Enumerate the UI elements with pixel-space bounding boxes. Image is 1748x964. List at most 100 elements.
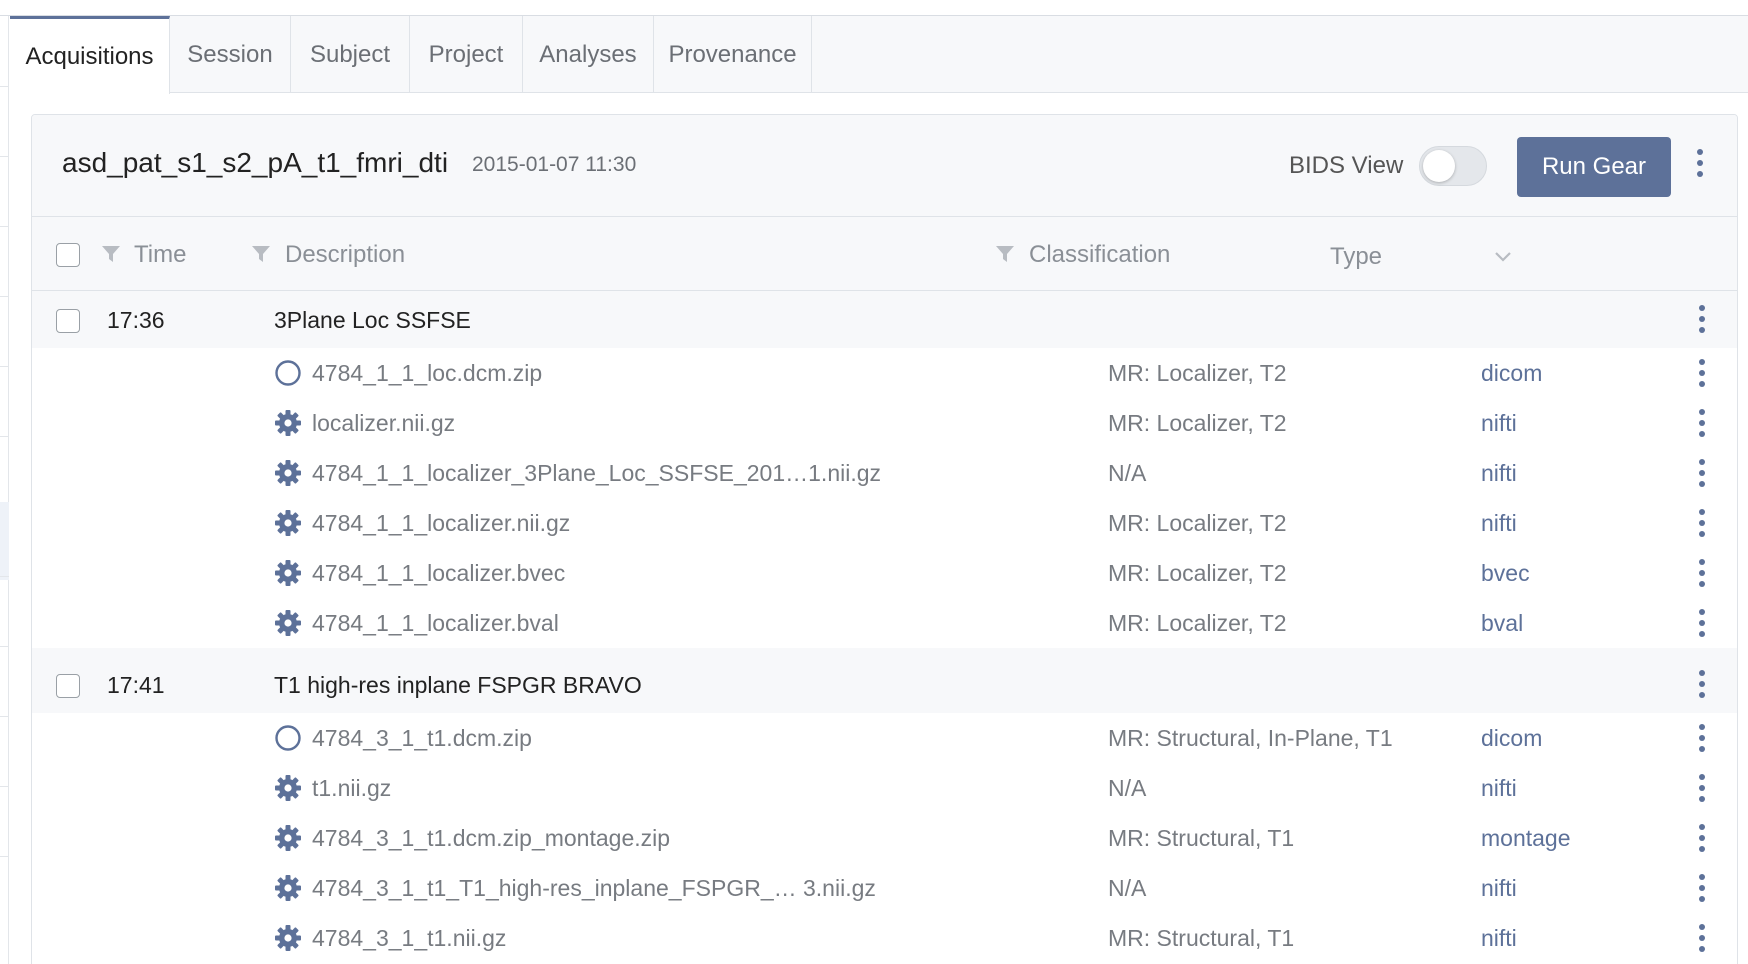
tab-analyses[interactable]: Analyses	[523, 16, 654, 93]
rail-divider	[0, 296, 9, 297]
gear-icon	[274, 559, 302, 587]
filter-icon[interactable]	[251, 244, 271, 264]
file-type[interactable]: nifti	[1481, 925, 1517, 952]
gear-icon	[274, 459, 302, 487]
file-type[interactable]: nifti	[1481, 510, 1517, 537]
row-checkbox[interactable]	[56, 309, 80, 333]
gear-icon	[274, 409, 302, 437]
tab-session[interactable]: Session	[170, 16, 291, 93]
tab-bar: Acquisitions Session Subject Project Ana…	[10, 16, 1748, 94]
gear-icon	[274, 774, 302, 802]
bids-view-toggle[interactable]	[1419, 146, 1487, 186]
file-row[interactable]: 4784_1_1_localizer.nii.gz MR: Localizer, …	[32, 498, 1737, 548]
file-classification: N/A	[1108, 775, 1147, 801]
column-time[interactable]: Time	[134, 241, 186, 269]
run-gear-button[interactable]: Run Gear	[1517, 137, 1671, 197]
tab-subject[interactable]: Subject	[291, 16, 410, 93]
file-name[interactable]: 4784_1_1_localizer.bval	[312, 610, 559, 637]
filter-icon[interactable]	[101, 244, 121, 264]
rail-divider	[0, 856, 9, 857]
select-all-checkbox[interactable]	[56, 243, 80, 267]
rail-divider	[0, 786, 9, 787]
acquisition-row[interactable]: 17:41 T1 high-res inplane FSPGR BRAVO	[32, 656, 1737, 713]
rail-divider	[0, 646, 9, 647]
filter-icon[interactable]	[995, 244, 1015, 264]
file-type[interactable]: dicom	[1481, 725, 1542, 752]
file-row[interactable]: 4784_1_1_localizer.bval MR: Localizer, T2…	[32, 598, 1737, 648]
acquisitions-panel: asd_pat_s1_s2_pA_t1_fmri_dti 2015-01-07 …	[31, 114, 1738, 964]
column-description[interactable]: Description	[285, 241, 405, 269]
row-more-options-icon[interactable]	[1698, 670, 1706, 698]
file-more-options-icon[interactable]	[1698, 774, 1706, 802]
row-more-options-icon[interactable]	[1698, 305, 1706, 333]
file-classification: MR: Structural, T1	[1108, 925, 1295, 951]
file-row[interactable]: t1.nii.gz N/A nifti	[32, 763, 1737, 813]
file-name[interactable]: localizer.nii.gz	[312, 410, 455, 437]
file-more-options-icon[interactable]	[1698, 409, 1706, 437]
file-name[interactable]: t1.nii.gz	[312, 775, 391, 802]
row-checkbox[interactable]	[56, 674, 80, 698]
file-classification: MR: Structural, T1	[1108, 825, 1295, 851]
bids-view-label: BIDS View	[1289, 152, 1404, 179]
gear-icon	[274, 509, 302, 537]
file-name[interactable]: 4784_3_1_t1_T1_high-res_inplane_FSPGR_… …	[312, 875, 876, 902]
group-divider	[32, 648, 1737, 656]
column-type[interactable]: Type	[1330, 243, 1382, 271]
left-rail	[0, 16, 9, 964]
file-classification: MR: Localizer, T2	[1108, 610, 1287, 636]
file-name[interactable]: 4784_3_1_t1.dcm.zip	[312, 725, 532, 752]
file-more-options-icon[interactable]	[1698, 724, 1706, 752]
chevron-down-icon[interactable]	[1492, 245, 1514, 267]
file-name[interactable]: 4784_1_1_localizer.bvec	[312, 560, 565, 587]
rail-divider	[0, 366, 9, 367]
file-row[interactable]: 4784_3_1_t1_T1_high-res_inplane_FSPGR_… …	[32, 863, 1737, 913]
file-type[interactable]: nifti	[1481, 460, 1517, 487]
file-name[interactable]: 4784_1_1_localizer_3Plane_Loc_SSFSE_201……	[312, 460, 881, 487]
file-name[interactable]: 4784_3_1_t1.dcm.zip_montage.zip	[312, 825, 670, 852]
file-name[interactable]: 4784_1_1_localizer.nii.gz	[312, 510, 570, 537]
tab-provenance[interactable]: Provenance	[654, 16, 812, 93]
file-name[interactable]: 4784_3_1_t1.nii.gz	[312, 925, 506, 952]
file-type[interactable]: montage	[1481, 825, 1571, 852]
file-type[interactable]: nifti	[1481, 410, 1517, 437]
file-row[interactable]: 4784_3_1_t1.dcm.zip_montage.zip MR: Struc…	[32, 813, 1737, 863]
file-type[interactable]: nifti	[1481, 875, 1517, 902]
file-classification: MR: Localizer, T2	[1108, 560, 1287, 586]
file-more-options-icon[interactable]	[1698, 824, 1706, 852]
file-name[interactable]: 4784_1_1_loc.dcm.zip	[312, 360, 542, 387]
file-classification: MR: Localizer, T2	[1108, 510, 1287, 536]
file-type[interactable]: bvec	[1481, 560, 1530, 587]
file-more-options-icon[interactable]	[1698, 874, 1706, 902]
file-more-options-icon[interactable]	[1698, 459, 1706, 487]
file-row[interactable]: 4784_3_1_t1.nii.gz MR: Structural, T1 nift…	[32, 913, 1737, 963]
session-date: 2015-01-07 11:30	[472, 153, 637, 176]
file-type[interactable]: nifti	[1481, 775, 1517, 802]
acquisition-row[interactable]: 17:36 3Plane Loc SSFSE	[32, 291, 1737, 348]
toggle-knob	[1423, 150, 1455, 182]
file-more-options-icon[interactable]	[1698, 359, 1706, 387]
rail-divider	[0, 436, 9, 437]
table-header: Time Description Classification Type	[32, 217, 1737, 291]
more-options-icon[interactable]	[1696, 149, 1704, 177]
acquisition-description: T1 high-res inplane FSPGR BRAVO	[274, 672, 642, 698]
file-row[interactable]: localizer.nii.gz MR: Localizer, T2 nifti	[32, 398, 1737, 448]
panel-header: asd_pat_s1_s2_pA_t1_fmri_dti 2015-01-07 …	[32, 115, 1737, 217]
tab-project[interactable]: Project	[410, 16, 523, 93]
rail-active-item[interactable]	[0, 502, 9, 580]
file-more-options-icon[interactable]	[1698, 509, 1706, 537]
file-classification: MR: Localizer, T2	[1108, 360, 1287, 386]
file-classification: N/A	[1108, 460, 1147, 486]
file-more-options-icon[interactable]	[1698, 609, 1706, 637]
file-row[interactable]: 4784_3_1_t1.dcm.zip MR: Structural, In-Pl…	[32, 713, 1737, 763]
file-more-options-icon[interactable]	[1698, 924, 1706, 952]
file-row[interactable]: 4784_1_1_localizer.bvec MR: Localizer, T2…	[32, 548, 1737, 598]
file-more-options-icon[interactable]	[1698, 559, 1706, 587]
file-row[interactable]: 4784_1_1_loc.dcm.zip MR: Localizer, T2 dic…	[32, 348, 1737, 398]
file-row[interactable]: 4784_1_1_localizer_3Plane_Loc_SSFSE_201……	[32, 448, 1737, 498]
tab-acquisitions[interactable]: Acquisitions	[10, 16, 170, 94]
column-classification[interactable]: Classification	[1029, 241, 1170, 269]
file-type[interactable]: dicom	[1481, 360, 1542, 387]
circle-icon	[274, 724, 302, 752]
session-title: asd_pat_s1_s2_pA_t1_fmri_dti	[62, 147, 449, 178]
file-type[interactable]: bval	[1481, 610, 1523, 637]
